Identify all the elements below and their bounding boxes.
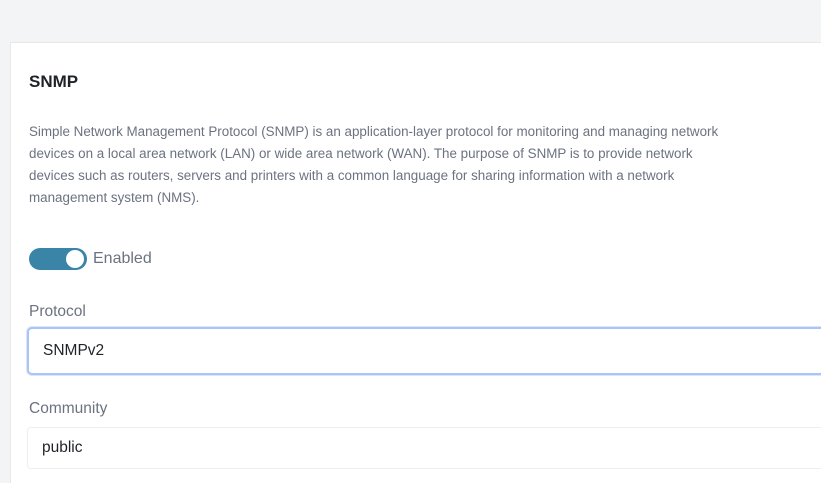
community-input[interactable]: public [27,427,821,469]
community-label: Community [29,400,108,417]
enabled-toggle-row: Enabled [29,247,152,271]
description-line: management system (NMS). [29,190,200,205]
toggle-knob [66,250,84,268]
snmp-settings-card: SNMP Simple Network Management Protocol … [10,42,821,483]
enabled-toggle-label[interactable]: Enabled [93,250,152,268]
section-description: Simple Network Management Protocol (SNMP… [29,121,821,209]
section-title: SNMP [29,72,79,91]
community-value: public [42,439,83,456]
protocol-label: Protocol [29,303,86,320]
protocol-select[interactable]: SNMPv2 [27,327,821,375]
description-line: devices such as routers, servers and pri… [29,168,675,183]
protocol-value: SNMPv2 [43,342,105,359]
description-line: devices on a local area network (LAN) or… [29,146,693,161]
enabled-toggle-switch[interactable] [29,248,87,270]
description-line: Simple Network Management Protocol (SNMP… [29,124,719,139]
